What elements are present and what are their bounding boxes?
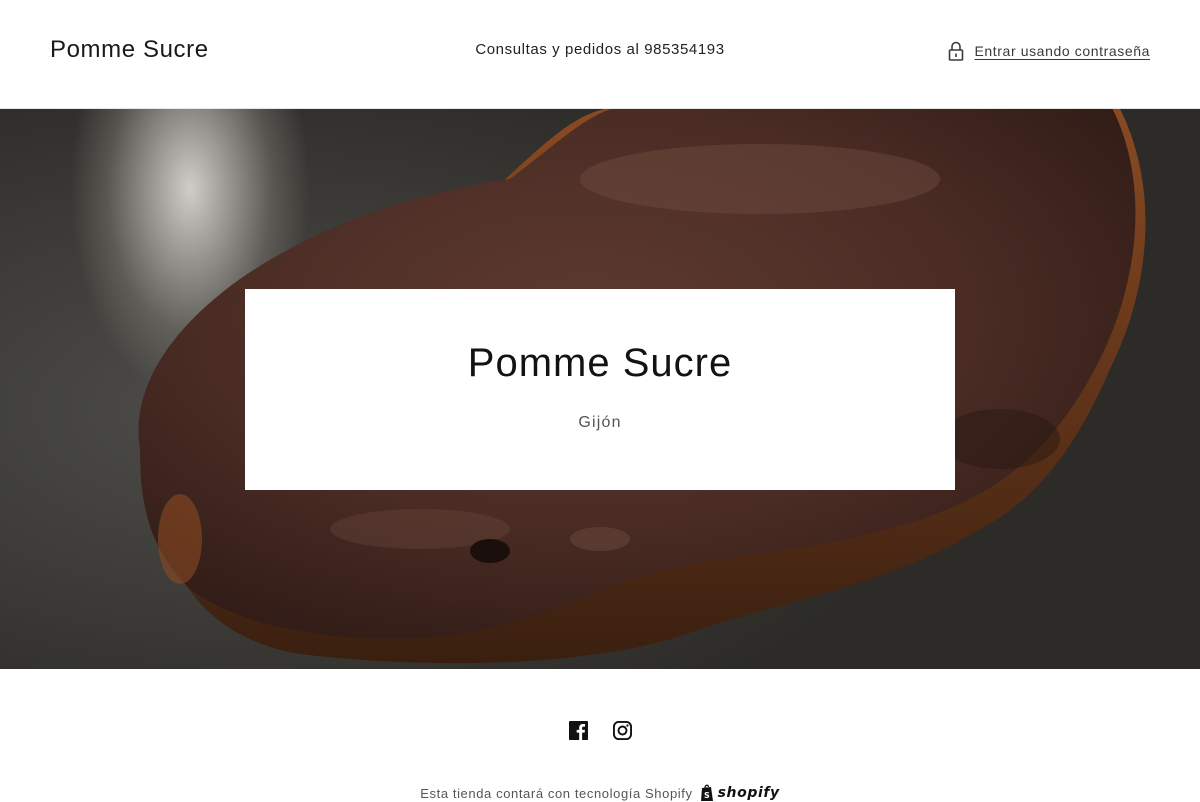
password-login-label: Entrar usando contraseña — [974, 43, 1150, 59]
shopify-bag-icon: S — [700, 784, 713, 801]
facebook-icon[interactable] — [568, 721, 588, 740]
shopify-wordmark: shopify — [717, 785, 780, 801]
site-footer: Esta tienda contará con tecnología Shopi… — [0, 669, 1200, 802]
shopify-logo[interactable]: S shopify — [699, 784, 780, 802]
svg-text:S: S — [704, 791, 710, 800]
hero-banner: Pomme Sucre Gijón — [0, 109, 1200, 669]
hero-title: Pomme Sucre — [467, 341, 733, 385]
site-header: Pomme Sucre Consultas y pedidos al 98535… — [0, 0, 1200, 109]
hero-subtitle: Gijón — [578, 414, 622, 431]
powered-by-text: Esta tienda contará con tecnología Shopi… — [420, 785, 693, 801]
powered-by: Esta tienda contará con tecnología Shopi… — [0, 784, 1200, 802]
hero-text-box: Pomme Sucre Gijón — [245, 289, 955, 490]
social-links — [0, 721, 1200, 740]
lock-icon — [947, 40, 965, 62]
password-login-link[interactable]: Entrar usando contraseña — [947, 40, 1150, 62]
instagram-icon[interactable] — [612, 721, 632, 740]
